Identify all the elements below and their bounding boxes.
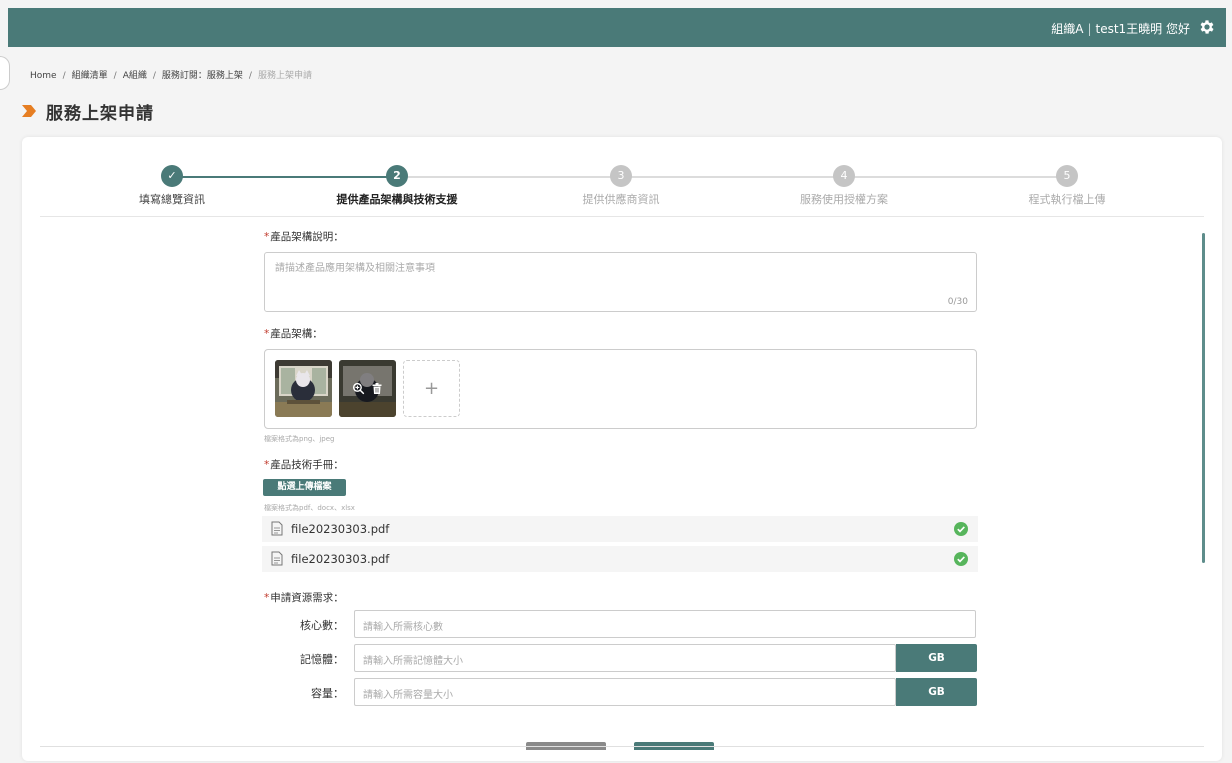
breadcrumb-org-a[interactable]: A組織 [123,71,147,81]
file-name: file20230303.pdf [291,552,390,566]
cpu-cores-label: 核心數： [300,619,344,632]
scrollbar[interactable] [1202,233,1205,563]
page-title: 服務上架申請 [46,103,154,124]
storage-unit-button[interactable]: GB [896,678,977,706]
memory-unit-button[interactable]: GB [896,644,977,672]
memory-input[interactable]: 請輸入所需記憶體大小 [354,644,896,672]
step-line-pending [397,176,1067,178]
file-name: file20230303.pdf [291,522,390,536]
file-format-hint: 檔案格式為pdf、docx、xlsx [264,504,355,512]
step-1-label: 填寫總覽資訊 [139,193,205,206]
step-5[interactable]: 5 程式執行檔上傳 [987,165,1147,207]
form-card: ✓ 填寫總覽資訊 2 提供產品架構與技術支援 3 提供供應商資訊 4 服務使用授… [22,137,1222,761]
breadcrumb-current: 服務上架申請 [257,71,312,81]
thumbnail-actions [339,360,396,417]
step-3[interactable]: 3 提供供應商資訊 [541,165,701,207]
image-thumbnail-picture [275,360,332,417]
user-greeting[interactable]: test1王曉明 您好 [1096,22,1191,36]
divider [40,216,1204,217]
file-icon [271,521,283,536]
step-2[interactable]: 2 提供產品架構與技術支援 [317,165,477,207]
gear-icon[interactable] [1198,18,1216,36]
stepper: ✓ 填寫總覽資訊 2 提供產品架構與技術支援 3 提供供應商資訊 4 服務使用授… [22,137,1222,217]
memory-label: 記憶體： [300,653,344,666]
image-upload-box: + [264,349,977,429]
manual-label: *產品技術手冊： [264,459,344,471]
file-row[interactable]: file20230303.pdf [262,516,978,542]
storage-placeholder: 請輸入所需容量大小 [363,690,453,701]
description-label: *產品架構說明： [264,231,344,243]
description-textarea[interactable]: 請描述產品應用架構及相關注意事項 0/30 [264,252,977,312]
check-circle-icon [954,522,968,536]
step-4[interactable]: 4 服務使用授權方案 [764,165,924,207]
add-image-button[interactable]: + [403,360,460,417]
breadcrumb: Home / 組織清單 / A組織 / 服務訂閱：服務上架 / 服務上架申請 [30,71,312,81]
file-row[interactable]: file20230303.pdf [262,546,978,572]
step-3-number: 3 [610,165,632,187]
image-format-hint: 檔案格式為png、jpeg [264,435,335,443]
file-icon [271,551,283,566]
org-name[interactable]: 組織A [1051,22,1083,36]
step-4-number: 4 [833,165,855,187]
step-4-label: 服務使用授權方案 [800,193,888,206]
trash-icon[interactable] [371,382,383,395]
memory-placeholder: 請輸入所需記憶體大小 [363,656,463,667]
breadcrumb-home[interactable]: Home [30,71,57,81]
step-3-label: 提供供應商資訊 [582,193,660,206]
header-separator: | [1087,22,1092,36]
breadcrumb-service-subscription[interactable]: 服務訂閱：服務上架 [162,71,243,81]
divider [40,746,1204,747]
image-thumbnail-hover[interactable] [339,360,396,417]
check-icon: ✓ [161,165,183,187]
zoom-in-icon[interactable] [352,382,365,395]
char-counter: 0/30 [947,297,968,307]
cpu-cores-input[interactable]: 請輸入所需核心數 [354,610,976,638]
storage-input[interactable]: 請輸入所需容量大小 [354,678,896,706]
upload-file-button[interactable]: 點選上傳檔案 [263,479,346,496]
top-header-bar: 組織A | test1王曉明 您好 [8,8,1226,47]
user-info[interactable]: 組織A | test1王曉明 您好 [1051,20,1190,37]
page-title-row: 服務上架申請 [22,100,154,124]
storage-label: 容量： [311,687,344,700]
step-5-label: 程式執行檔上傳 [1028,193,1106,206]
chevron-right-icon [22,105,36,117]
resources-label: *申請資源需求： [264,592,344,604]
step-5-number: 5 [1056,165,1078,187]
check-circle-icon [954,552,968,566]
sidebar-toggle[interactable] [0,56,10,90]
description-placeholder: 請描述產品應用架構及相關注意事項 [275,263,435,274]
breadcrumb-org-list[interactable]: 組織清單 [72,71,108,81]
cpu-cores-placeholder: 請輸入所需核心數 [363,622,443,633]
architecture-label: *產品架構： [264,328,323,340]
step-2-number: 2 [386,165,408,187]
step-1[interactable]: ✓ 填寫總覽資訊 [92,165,252,207]
step-2-label: 提供產品架構與技術支援 [336,193,458,206]
image-thumbnail[interactable] [275,360,332,417]
